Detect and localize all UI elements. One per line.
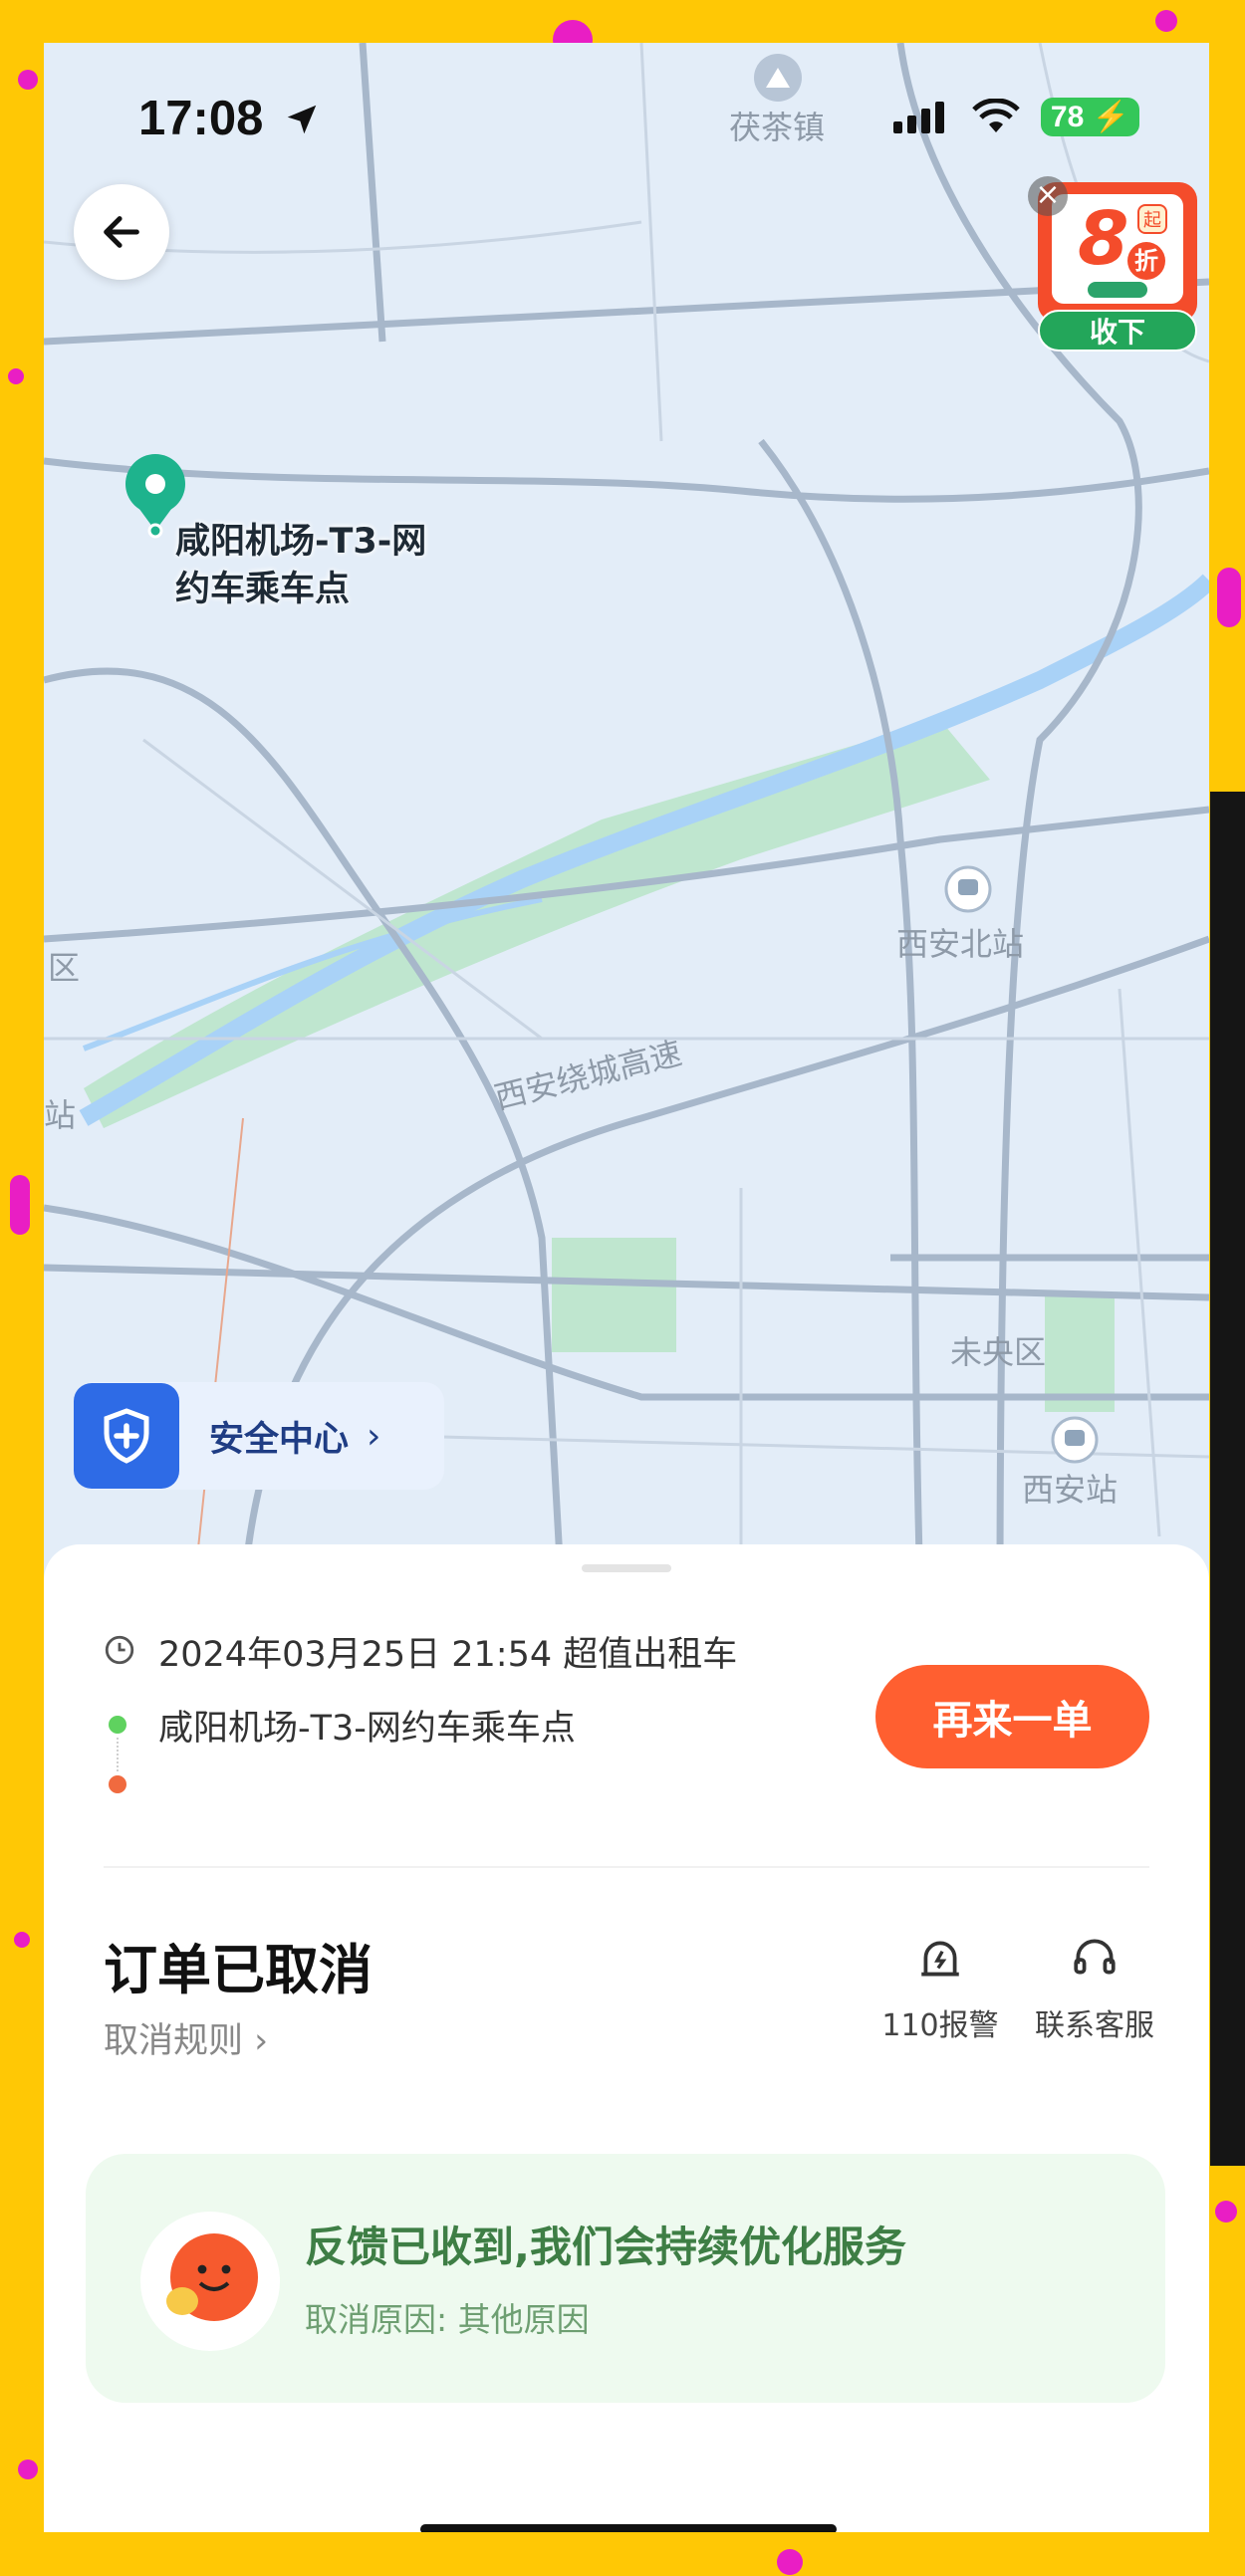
- contact-service-label: 联系客服: [1035, 2008, 1154, 2043]
- cellular-signal-icon: [892, 101, 944, 133]
- location-arrow-icon: [287, 105, 317, 134]
- headset-icon: [1074, 1939, 1116, 1975]
- promo-number: 8: [1078, 196, 1129, 282]
- shield-icon: [74, 1383, 179, 1489]
- cancel-reason: 取消原因: 其他原因: [305, 2300, 590, 2339]
- feedback-card: 反馈已收到,我们会持续优化服务 取消原因: 其他原因: [86, 2154, 1165, 2403]
- reorder-button[interactable]: 再来一单: [875, 1665, 1149, 1768]
- contact-service-button[interactable]: 联系客服: [1025, 1933, 1164, 2044]
- pickup-dot: [109, 1716, 126, 1734]
- promo-unit: 折: [1127, 242, 1165, 280]
- route-connector: [117, 1738, 119, 1771]
- police-110-label: 110报警: [881, 2008, 999, 2043]
- frame-dot: [1215, 2201, 1237, 2223]
- map-label-weiyang: 未央区: [950, 1333, 1047, 1371]
- map-label-xian-station: 西安站: [1022, 1471, 1119, 1509]
- sheet-drag-handle[interactable]: [582, 1564, 671, 1572]
- police-110-button[interactable]: 110报警: [880, 1933, 1000, 2044]
- wifi-icon: [972, 98, 1020, 132]
- battery-indicator: 78 ⚡: [1040, 98, 1139, 136]
- frame-dot: [1155, 10, 1177, 32]
- phone-screen: 茯茶镇 西安北站 西安绕城高速 未央区 西安站 区 站 咸阳机场-T3-网 约车…: [44, 43, 1209, 2532]
- home-indicator[interactable]: [420, 2524, 837, 2532]
- frame-dot: [18, 2459, 38, 2479]
- promo-car-icon: [1088, 282, 1147, 298]
- pickup-address: 咸阳机场-T3-网约车乘车点: [158, 1709, 576, 1749]
- pickup-label-line2: 约车乘车点: [175, 570, 351, 609]
- frame-dot: [14, 1932, 30, 1948]
- frame-dot: [8, 368, 24, 384]
- map-label-xian-north: 西安北站: [896, 925, 1025, 963]
- smiley-mascot-icon: [140, 2212, 280, 2351]
- status-time: 17:08: [138, 91, 321, 146]
- frame-dot: [1217, 568, 1241, 627]
- frame-dot: [18, 70, 38, 90]
- close-icon[interactable]: ×: [1028, 176, 1068, 216]
- promo-badge: 起: [1137, 204, 1167, 234]
- trip-datetime: 2024年03月25日 21:54 超值出租车: [158, 1635, 738, 1675]
- station-icon: [944, 865, 992, 913]
- destination-dot: [109, 1775, 126, 1793]
- station-icon: [1051, 1416, 1099, 1464]
- safety-center-button[interactable]: 安全中心 ›: [74, 1382, 444, 1490]
- divider: [104, 1866, 1149, 1868]
- back-button[interactable]: [74, 184, 169, 280]
- alarm-icon: [921, 1941, 959, 1977]
- background-photo-edge: [1210, 792, 1245, 2166]
- status-time-text: 17:08: [138, 92, 264, 145]
- promo-claim-button[interactable]: 收下: [1038, 310, 1197, 351]
- arrow-left-icon: [104, 216, 139, 248]
- safety-center-label: 安全中心: [209, 1419, 350, 1460]
- chevron-right-icon: ›: [367, 1415, 381, 1457]
- map-label-station-edge: 站: [44, 1096, 77, 1134]
- pickup-map-label: 咸阳机场-T3-网 约车乘车点: [175, 518, 426, 613]
- chevron-right-icon: ›: [254, 2021, 269, 2061]
- cancel-rules-link[interactable]: 取消规则 ›: [104, 2012, 268, 2063]
- status-icons: 78 ⚡: [891, 98, 1139, 136]
- map-label-fucha: 茯茶镇: [729, 109, 826, 146]
- battery-level: 78: [1050, 101, 1085, 133]
- order-status-title: 订单已取消: [104, 1939, 373, 2001]
- frame-dot: [777, 2549, 803, 2575]
- feedback-title: 反馈已收到,我们会持续优化服务: [305, 2223, 906, 2271]
- landmark-icon: [754, 54, 802, 102]
- promo-coupon[interactable]: 8 折 起 收下 ×: [1028, 176, 1199, 351]
- pickup-label-line1: 咸阳机场-T3-网: [175, 522, 427, 562]
- frame-dot: [10, 1175, 30, 1235]
- cancel-rules-label: 取消规则: [104, 2021, 244, 2061]
- map-label-district-edge: 区: [48, 949, 81, 987]
- order-bottom-sheet: 2024年03月25日 21:54 超值出租车 咸阳机场-T3-网约车乘车点 再…: [44, 1544, 1209, 2532]
- park-area: [552, 1238, 676, 1352]
- clock-icon: [105, 1635, 134, 1665]
